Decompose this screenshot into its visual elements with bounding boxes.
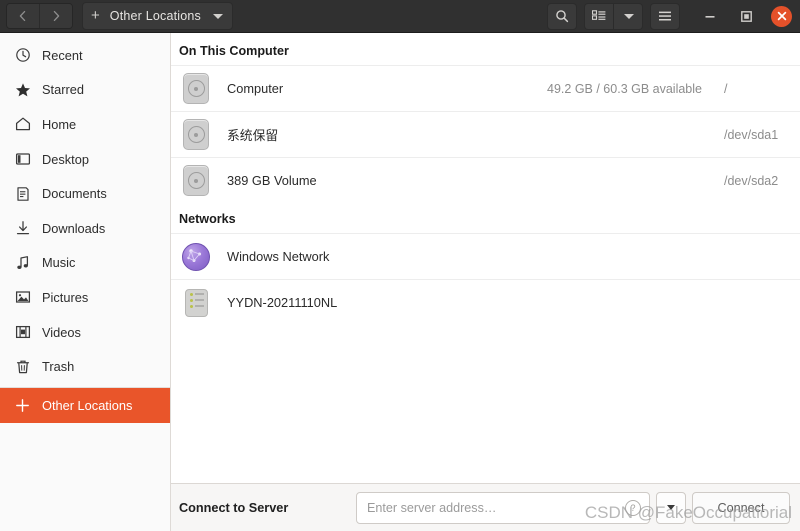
- location-mount-point: /dev/sda2: [724, 173, 779, 188]
- location-name: Computer: [227, 81, 284, 96]
- location-name: Windows Network: [227, 249, 330, 264]
- sidebar-item-label: Recent: [42, 47, 83, 63]
- trash-icon: [14, 358, 31, 375]
- sidebar-item-other-locations[interactable]: Other Locations: [0, 387, 170, 423]
- sidebar-item-downloads[interactable]: Downloads: [0, 211, 170, 246]
- star-icon: [14, 81, 31, 98]
- server-address-input[interactable]: Enter server address… ?: [356, 491, 650, 524]
- sidebar-item-trash[interactable]: Trash: [0, 349, 170, 384]
- sidebar-item-starred[interactable]: Starred: [0, 73, 170, 108]
- window-controls: [699, 5, 792, 27]
- location-path-button[interactable]: + Other Locations: [82, 2, 234, 30]
- sidebar-item-label: Starred: [42, 82, 84, 98]
- chevron-down-icon: [667, 505, 675, 510]
- drive-icon: [179, 72, 213, 106]
- connect-to-server-label: Connect to Server: [179, 500, 289, 515]
- chevron-down-icon[interactable]: [213, 13, 224, 19]
- plus-icon: [14, 397, 31, 414]
- sidebar-item-label: Trash: [42, 359, 75, 375]
- picture-icon: [14, 289, 31, 306]
- header-bar: + Other Locations: [0, 0, 800, 33]
- music-icon: [14, 254, 31, 271]
- home-icon: [14, 116, 31, 133]
- video-icon: [14, 324, 31, 341]
- forward-button[interactable]: [39, 4, 72, 28]
- location-name: 389 GB Volume: [227, 173, 317, 188]
- server-icon: [179, 286, 213, 320]
- table-row[interactable]: 389 GB Volume /dev/sda2: [171, 157, 800, 203]
- file-manager-window: + Other Locations Recent Starred Home De…: [0, 0, 800, 531]
- window-body: Recent Starred Home Desktop Documents Do…: [0, 33, 800, 531]
- network-globe-icon: [179, 240, 213, 274]
- group-header-on-this-computer: On This Computer: [179, 44, 289, 58]
- list-view-icon[interactable]: [585, 3, 613, 29]
- connect-button[interactable]: Connect: [692, 491, 790, 524]
- sidebar: Recent Starred Home Desktop Documents Do…: [0, 33, 171, 531]
- sidebar-item-label: Desktop: [42, 151, 89, 167]
- sidebar-item-desktop[interactable]: Desktop: [0, 142, 170, 177]
- location-mount-point: /dev/sda1: [724, 127, 779, 142]
- group-header-networks: Networks: [179, 212, 236, 226]
- sidebar-item-music[interactable]: Music: [0, 246, 170, 281]
- table-row[interactable]: Windows Network: [171, 233, 800, 279]
- sidebar-item-label: Pictures: [42, 289, 89, 305]
- desktop-icon: [14, 151, 31, 168]
- header-left-group: + Other Locations: [0, 2, 234, 30]
- window-title: Other Locations: [109, 9, 202, 23]
- sidebar-item-videos[interactable]: Videos: [0, 315, 170, 350]
- download-icon: [14, 220, 31, 237]
- view-dropdown-chevron-down-icon[interactable]: [613, 3, 642, 29]
- sidebar-item-label: Home: [42, 116, 77, 132]
- navigation-button-group: [6, 3, 73, 29]
- sidebar-item-label: Music: [42, 255, 76, 271]
- location-free-space: 49.2 GB / 60.3 GB available: [547, 81, 702, 96]
- sidebar-item-label: Videos: [42, 324, 81, 340]
- close-button[interactable]: [771, 5, 792, 27]
- header-right-group: [547, 2, 800, 30]
- maximize-button[interactable]: [735, 5, 757, 27]
- sidebar-item-label: Documents: [42, 186, 107, 202]
- table-row[interactable]: YYDN-20211110NL: [171, 279, 800, 325]
- locations-list: On This Computer Computer 49.2 GB / 60.3…: [171, 33, 800, 483]
- location-name: 系统保留: [227, 128, 279, 143]
- table-row[interactable]: 系统保留 /dev/sda1: [171, 111, 800, 157]
- help-icon[interactable]: ?: [625, 499, 641, 516]
- new-tab-icon[interactable]: +: [91, 8, 100, 23]
- drive-icon: [179, 164, 213, 198]
- connect-controls: Enter server address… ? Connect: [356, 491, 790, 524]
- search-icon[interactable]: [547, 2, 577, 30]
- location-name: YYDN-20211110NL: [227, 295, 338, 310]
- sidebar-item-pictures[interactable]: Pictures: [0, 280, 170, 315]
- document-icon: [14, 185, 31, 202]
- view-mode-group: [584, 2, 643, 30]
- chevron-down-glyph: [624, 13, 634, 19]
- table-row[interactable]: Computer 49.2 GB / 60.3 GB available /: [171, 65, 800, 111]
- sidebar-item-home[interactable]: Home: [0, 107, 170, 142]
- main-content: On This Computer Computer 49.2 GB / 60.3…: [171, 33, 800, 531]
- sidebar-item-label: Other Locations: [42, 397, 133, 413]
- sidebar-item-documents[interactable]: Documents: [0, 176, 170, 211]
- minimize-button[interactable]: [699, 5, 721, 27]
- back-button[interactable]: [7, 4, 39, 28]
- connect-to-server-bar: Connect to Server Enter server address… …: [171, 483, 800, 531]
- sidebar-item-label: Downloads: [42, 220, 106, 236]
- location-mount-point: /: [724, 81, 728, 96]
- hamburger-menu-icon[interactable]: [650, 2, 680, 30]
- recent-servers-dropdown-button[interactable]: [656, 491, 686, 524]
- drive-icon: [179, 118, 213, 152]
- server-address-placeholder: Enter server address…: [367, 500, 497, 515]
- clock-icon: [14, 47, 31, 64]
- sidebar-item-recent[interactable]: Recent: [0, 38, 170, 73]
